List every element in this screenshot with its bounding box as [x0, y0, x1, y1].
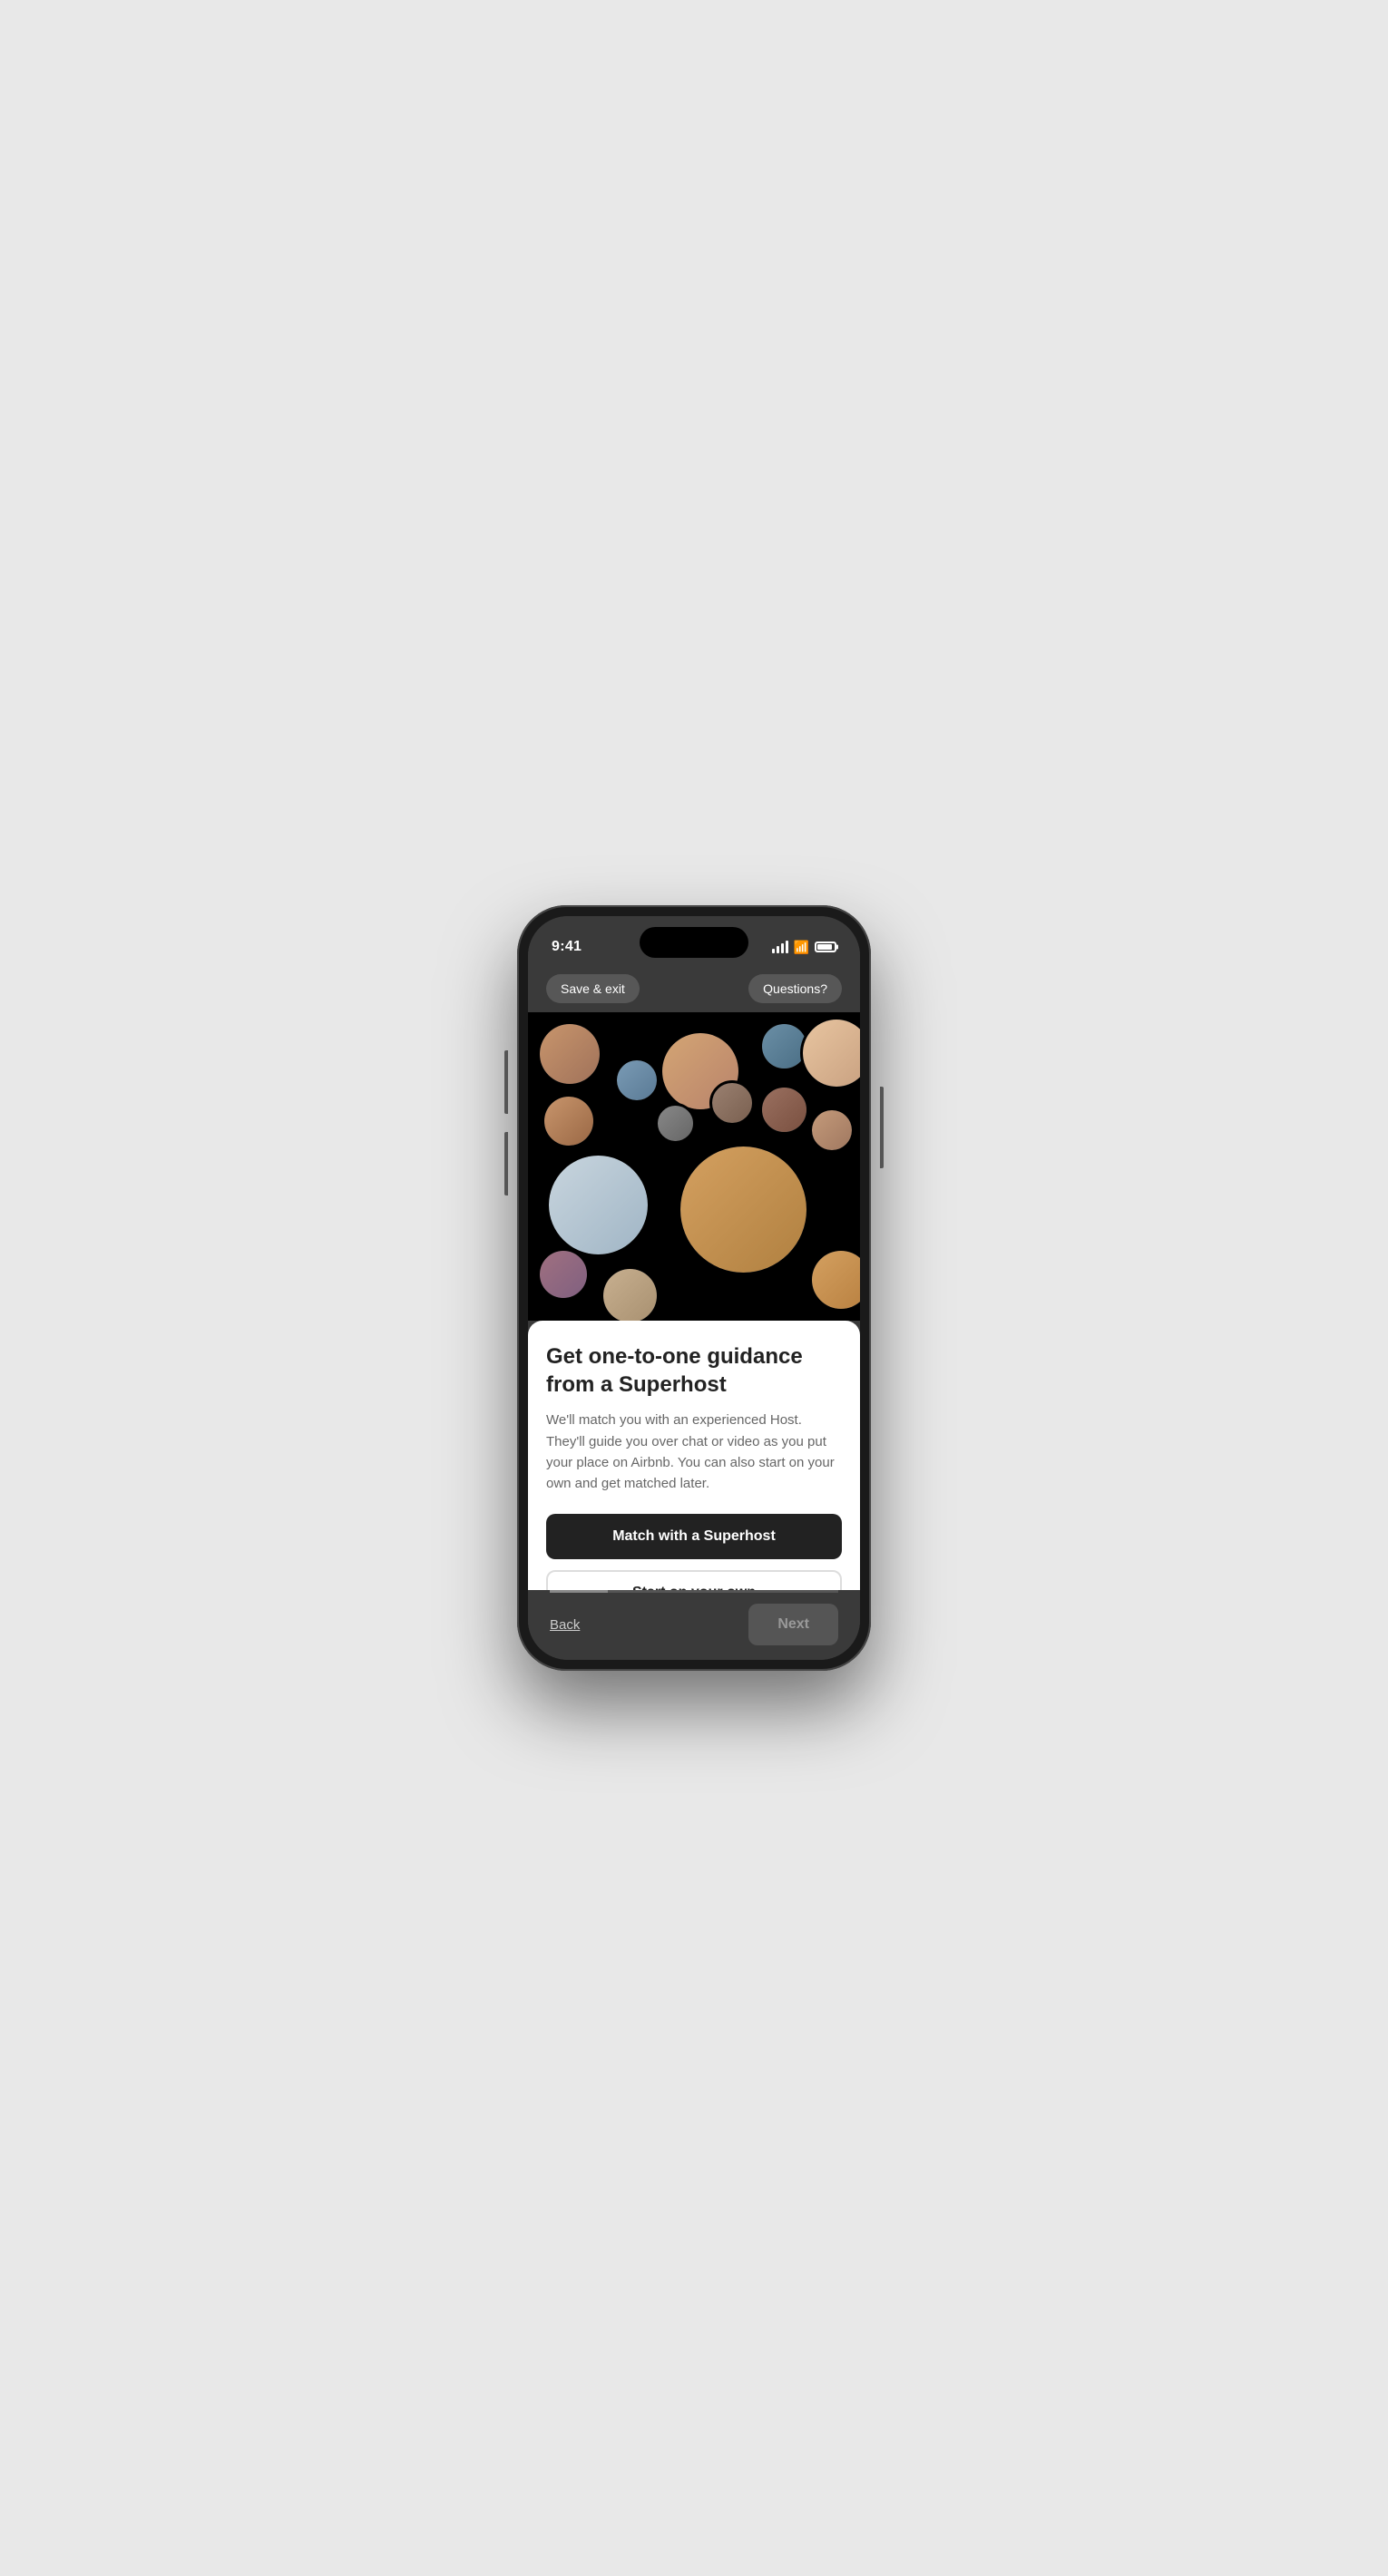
avatar-1 [537, 1021, 602, 1087]
questions-button[interactable]: Questions? [748, 974, 842, 1003]
dynamic-island [640, 927, 748, 958]
avatar-2 [614, 1058, 660, 1103]
back-button[interactable]: Back [550, 1617, 580, 1633]
hero-image-area [528, 1012, 860, 1321]
avatar-12 [537, 1248, 590, 1301]
avatar-13 [601, 1266, 660, 1321]
wifi-icon: 📶 [794, 940, 809, 955]
avatar-5 [800, 1017, 860, 1089]
avatar-10 [546, 1153, 650, 1257]
card-description: We'll match you with an experienced Host… [546, 1410, 842, 1494]
app-content: Save & exit Questions? [528, 965, 860, 1660]
battery-icon [815, 942, 836, 952]
signal-icon [772, 941, 788, 953]
phone-device: 9:41 📶 Save & exit [517, 905, 871, 1671]
volume-up-button[interactable] [504, 1050, 508, 1114]
avatar-grid [528, 1012, 860, 1321]
bottom-navigation: Back Next [528, 1593, 860, 1660]
content-card: Get one-to-one guidance from a Superhost… [528, 1321, 860, 1590]
start-own-button[interactable]: Start on your own [546, 1570, 842, 1590]
card-title: Get one-to-one guidance from a Superhost [546, 1342, 842, 1399]
avatar-7 [655, 1103, 696, 1144]
phone-screen: 9:41 📶 Save & exit [528, 916, 860, 1660]
status-icons: 📶 [772, 940, 836, 955]
save-exit-button[interactable]: Save & exit [546, 974, 640, 1003]
status-time: 9:41 [552, 939, 582, 955]
top-bar: Save & exit Questions? [528, 965, 860, 1012]
avatar-8 [759, 1085, 809, 1135]
volume-down-button[interactable] [504, 1132, 508, 1195]
avatar-15 [709, 1080, 755, 1126]
match-superhost-button[interactable]: Match with a Superhost [546, 1514, 842, 1559]
power-button[interactable] [880, 1087, 884, 1168]
avatar-6 [542, 1094, 596, 1148]
avatar-9 [809, 1107, 855, 1153]
next-button[interactable]: Next [748, 1604, 838, 1645]
avatar-11 [678, 1144, 809, 1275]
avatar-14 [809, 1248, 860, 1312]
